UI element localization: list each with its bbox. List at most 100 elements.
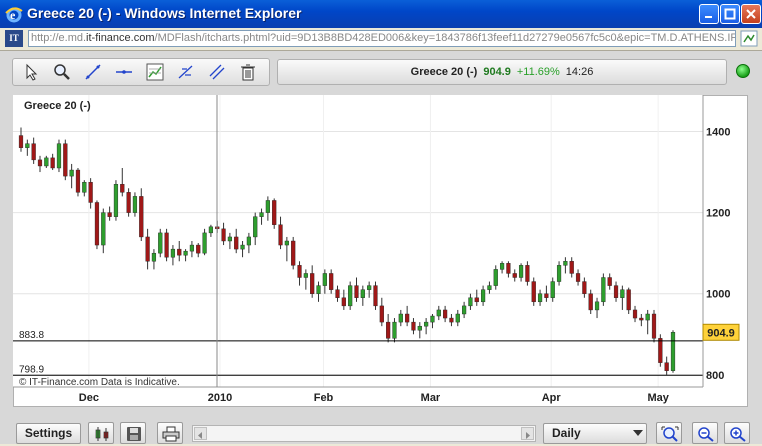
last-price-marker: 904.9 <box>702 323 740 341</box>
candle-down <box>449 317 454 323</box>
candle-down <box>613 285 619 298</box>
candle-up <box>253 216 258 238</box>
candle-up <box>158 232 163 254</box>
candle-down <box>310 273 315 294</box>
chevron-down-icon <box>633 430 643 436</box>
x-tick-label: Dec <box>79 392 99 404</box>
candle-down <box>297 265 302 278</box>
delete-tool-button[interactable] <box>236 61 260 83</box>
x-tick-label: May <box>647 392 669 404</box>
study-tool-button[interactable] <box>143 61 167 83</box>
scroll-left-button[interactable] <box>194 427 207 440</box>
x-tick-label: Feb <box>314 392 334 404</box>
candle-down <box>31 143 36 161</box>
candle-down <box>512 273 517 278</box>
candle-up <box>25 143 30 148</box>
candle-up <box>348 285 353 307</box>
candle-down <box>18 135 24 148</box>
horizontal-line-label: 883.8 <box>19 330 44 341</box>
zoom-tool-button[interactable] <box>50 61 74 83</box>
maximize-button[interactable] <box>720 4 740 24</box>
candle-down <box>139 196 144 238</box>
candle-up <box>594 301 600 311</box>
candle-up <box>480 289 486 303</box>
maximize-icon <box>724 8 736 20</box>
candle-up <box>670 332 676 371</box>
candle-up <box>487 285 492 290</box>
instrument-name: Greece 20 (-) <box>410 66 478 78</box>
candle-down <box>291 240 296 266</box>
candle-up <box>537 293 543 303</box>
candle-down <box>354 285 359 298</box>
candle-up <box>82 181 87 193</box>
settings-button[interactable]: Settings <box>16 423 81 444</box>
trend-line-tool-button[interactable] <box>81 61 105 83</box>
x-tick-label: 2010 <box>208 392 232 404</box>
chart-title: Greece 20 (-) <box>24 100 91 112</box>
minimize-icon <box>705 16 712 18</box>
candle-down <box>335 289 340 298</box>
horizontal-line-tool-button[interactable] <box>112 61 136 83</box>
quote-time: 14:26 <box>565 66 594 78</box>
compatibility-view-icon[interactable] <box>740 30 758 47</box>
candle-down <box>120 184 125 193</box>
candle-down <box>63 143 68 177</box>
minimize-button[interactable] <box>699 4 719 24</box>
close-button[interactable] <box>741 4 761 24</box>
interval-select[interactable]: Daily <box>543 423 647 444</box>
candle-down <box>386 321 391 339</box>
candle-up <box>417 325 422 331</box>
save-button[interactable] <box>120 422 146 444</box>
pointer-tool-button[interactable] <box>19 61 43 83</box>
candle-up <box>316 285 321 294</box>
candle-up <box>322 273 327 286</box>
candle-up <box>259 212 264 217</box>
candle-up <box>151 252 157 262</box>
candle-down <box>575 273 581 282</box>
parallel-lines-tool-button[interactable] <box>205 61 229 83</box>
study-chart-icon <box>146 63 164 81</box>
candle-up <box>392 321 397 339</box>
trash-icon <box>241 64 255 81</box>
zoom-out-button[interactable] <box>692 422 718 444</box>
quote-info-bar: Greece 20 (-) 904.9 +11.69% 14:26 <box>277 59 727 85</box>
candle-down <box>88 181 93 203</box>
candle-up <box>436 309 441 317</box>
connection-status-icon <box>736 64 750 78</box>
x-axis-labels: Dec 2010 Feb Mar Apr May <box>79 392 670 404</box>
candle-down <box>341 297 346 307</box>
candle-up <box>303 273 308 278</box>
candle-down <box>658 338 663 363</box>
ie-logo-icon: e <box>5 7 23 23</box>
candle-down <box>411 321 416 331</box>
indicators-button[interactable] <box>88 422 114 444</box>
candle-up <box>499 263 505 270</box>
print-button[interactable] <box>157 422 183 444</box>
candlestick-chart[interactable]: 883.8 798.9 1400 1200 1000 800 Dec 2010 Feb Mar… <box>13 95 748 407</box>
candle-up <box>183 250 188 256</box>
candle-down <box>145 236 150 262</box>
candle-up <box>227 236 232 242</box>
candle-down <box>329 273 334 290</box>
candle-down <box>75 169 81 193</box>
parallel-lines-icon <box>209 64 225 80</box>
candle-up <box>189 244 195 252</box>
candle-down <box>607 277 612 286</box>
candle-up <box>44 157 49 167</box>
zoom-fit-button[interactable] <box>656 422 682 444</box>
candle-down <box>664 362 669 371</box>
window-title: Greece 20 (-) - Windows Internet Explore… <box>27 5 302 21</box>
candle-down <box>443 309 448 319</box>
candle-down <box>234 236 239 250</box>
fibonacci-tool-button[interactable] <box>174 61 198 83</box>
candle-up <box>563 261 568 266</box>
candle-up <box>518 265 524 278</box>
scroll-right-button[interactable] <box>521 427 534 440</box>
zoom-in-button[interactable] <box>724 422 750 444</box>
candle-up <box>101 212 106 246</box>
url-field[interactable]: http://e.md.it-finance.com/MDFlash/itcha… <box>28 30 736 47</box>
candle-down <box>272 200 277 225</box>
candle-down <box>373 285 378 307</box>
y-tick-label: 800 <box>706 370 724 382</box>
chart-scrollbar[interactable] <box>192 425 536 442</box>
